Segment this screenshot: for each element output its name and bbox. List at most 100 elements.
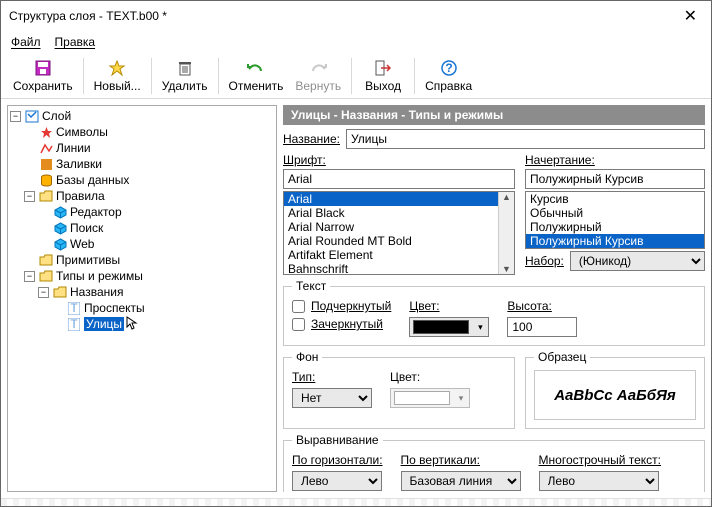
chevron-down-icon[interactable]: ▼	[502, 264, 511, 274]
chevron-down-icon[interactable]: ▾	[472, 322, 488, 333]
name-input[interactable]	[346, 129, 705, 149]
align-legend: Выравнивание	[292, 433, 383, 447]
halign-label: По горизонтали:	[292, 453, 383, 467]
font-option[interactable]: Arial	[284, 192, 514, 206]
redo-button[interactable]: Вернуть	[289, 54, 347, 98]
save-icon	[35, 58, 51, 78]
bg-type-label: Тип:	[292, 370, 372, 384]
style-option[interactable]: Курсив	[526, 192, 704, 206]
collapse-icon[interactable]: −	[24, 271, 35, 282]
trash-icon	[178, 58, 192, 78]
bg-type-select[interactable]: Нет	[292, 388, 372, 408]
sample-preview: AaBbCc АаБбЯя	[534, 370, 696, 420]
close-icon[interactable]: ✕	[678, 6, 703, 26]
font-option[interactable]: Arial Rounded MT Bold	[284, 234, 514, 248]
titlebar: Структура слоя - TEXT.b00 * ✕	[1, 1, 711, 31]
color-label: Цвет:	[409, 299, 489, 313]
tree-avenues[interactable]: Проспекты	[84, 301, 145, 315]
font-option[interactable]: Bahnschrift	[284, 262, 514, 275]
text-legend: Текст	[292, 279, 330, 293]
cube-icon	[52, 221, 68, 235]
tree-streets[interactable]: Улицы	[84, 317, 124, 331]
font-listbox[interactable]: Arial Arial Black Arial Narrow Arial Rou…	[283, 191, 515, 275]
svg-text:T: T	[70, 302, 78, 315]
scrollbar[interactable]: ▲▼	[498, 192, 514, 274]
folder-icon	[38, 189, 54, 203]
valign-label: По вертикали:	[401, 453, 521, 467]
undo-icon	[247, 58, 265, 78]
menu-edit[interactable]: Правка	[55, 35, 96, 49]
tree-rules[interactable]: Правила	[56, 189, 105, 203]
save-button[interactable]: Сохранить	[7, 54, 79, 98]
tree-web[interactable]: Web	[70, 237, 94, 251]
chevron-up-icon[interactable]: ▲	[502, 192, 511, 202]
tree-search[interactable]: Поиск	[70, 221, 103, 235]
delete-button[interactable]: Удалить	[156, 54, 214, 98]
bg-legend: Фон	[292, 350, 322, 364]
tree-editor[interactable]: Редактор	[70, 205, 122, 219]
font-option[interactable]: Arial Black	[284, 206, 514, 220]
new-button[interactable]: Новый...	[88, 54, 147, 98]
menubar: Файл Правка	[1, 31, 711, 53]
tree-fills[interactable]: Заливки	[56, 157, 102, 171]
valign-select[interactable]: Базовая линия	[401, 471, 521, 491]
text-color-picker[interactable]: ▾	[409, 317, 489, 337]
tree-types[interactable]: Типы и режимы	[56, 269, 143, 283]
mtext-label: Многострочный текст:	[539, 453, 661, 467]
svg-text:?: ?	[445, 61, 452, 75]
style-input[interactable]	[525, 169, 705, 189]
tree-names[interactable]: Названия	[70, 285, 123, 299]
toolbar: Сохранить Новый... Удалить Отменить Верн…	[1, 53, 711, 99]
exit-icon	[375, 58, 391, 78]
bg-color-picker: ▾	[390, 388, 470, 408]
exit-button[interactable]: Выход	[356, 54, 410, 98]
font-option[interactable]: Artifakt Element	[284, 248, 514, 262]
font-option[interactable]: Arial Narrow	[284, 220, 514, 234]
tree-lines[interactable]: Линии	[56, 141, 91, 155]
new-icon	[108, 58, 126, 78]
tree-root[interactable]: Слой	[42, 109, 71, 123]
collapse-icon[interactable]: −	[10, 111, 21, 122]
undo-button[interactable]: Отменить	[223, 54, 290, 98]
menu-file[interactable]: Файл	[11, 35, 41, 49]
bg-group: Фон Тип: Нет Цвет: ▾	[283, 350, 515, 429]
style-listbox[interactable]: Курсив Обычный Полужирный Полужирный Кур…	[525, 191, 705, 249]
cube-icon	[52, 205, 68, 219]
layer-icon	[24, 109, 40, 123]
folder-icon	[38, 269, 54, 283]
lines-icon	[38, 141, 54, 155]
properties-panel: Улицы - Названия - Типы и режимы Названи…	[283, 105, 705, 492]
strike-checkbox[interactable]: Зачеркнутый	[292, 317, 391, 331]
sample-legend: Образец	[534, 350, 590, 364]
style-option[interactable]: Полужирный	[526, 220, 704, 234]
text-group: Текст Подчеркнутый Зачеркнутый Цвет: ▾ В…	[283, 279, 705, 346]
charset-select[interactable]: (Юникод)	[570, 251, 705, 271]
separator	[218, 58, 219, 94]
style-label: Начертание:	[525, 153, 705, 167]
name-label: Название:	[283, 132, 340, 146]
height-label: Высота:	[507, 299, 577, 313]
bg-color-label: Цвет:	[390, 370, 470, 384]
tree-view[interactable]: −Слой Символы Линии Заливки Базы данных …	[7, 105, 277, 492]
tree-db[interactable]: Базы данных	[56, 173, 129, 187]
collapse-icon[interactable]: −	[38, 287, 49, 298]
height-input[interactable]	[507, 317, 577, 337]
mtext-select[interactable]: Лево	[539, 471, 659, 491]
halign-select[interactable]: Лево	[292, 471, 382, 491]
collapse-icon[interactable]: −	[24, 191, 35, 202]
fill-icon	[38, 157, 54, 171]
underline-checkbox[interactable]: Подчеркнутый	[292, 299, 391, 313]
tree-symbols[interactable]: Символы	[56, 125, 108, 139]
folder-icon	[52, 285, 68, 299]
cursor-icon	[126, 316, 138, 333]
tree-prims[interactable]: Примитивы	[56, 253, 120, 267]
db-icon	[38, 173, 54, 187]
style-option[interactable]: Обычный	[526, 206, 704, 220]
svg-text:T: T	[70, 318, 78, 331]
folder-icon	[38, 253, 54, 267]
help-button[interactable]: ? Справка	[419, 54, 478, 98]
redo-icon	[309, 58, 327, 78]
style-option[interactable]: Полужирный Курсив	[526, 234, 704, 248]
font-input[interactable]	[283, 169, 515, 189]
status-strip	[1, 498, 711, 506]
